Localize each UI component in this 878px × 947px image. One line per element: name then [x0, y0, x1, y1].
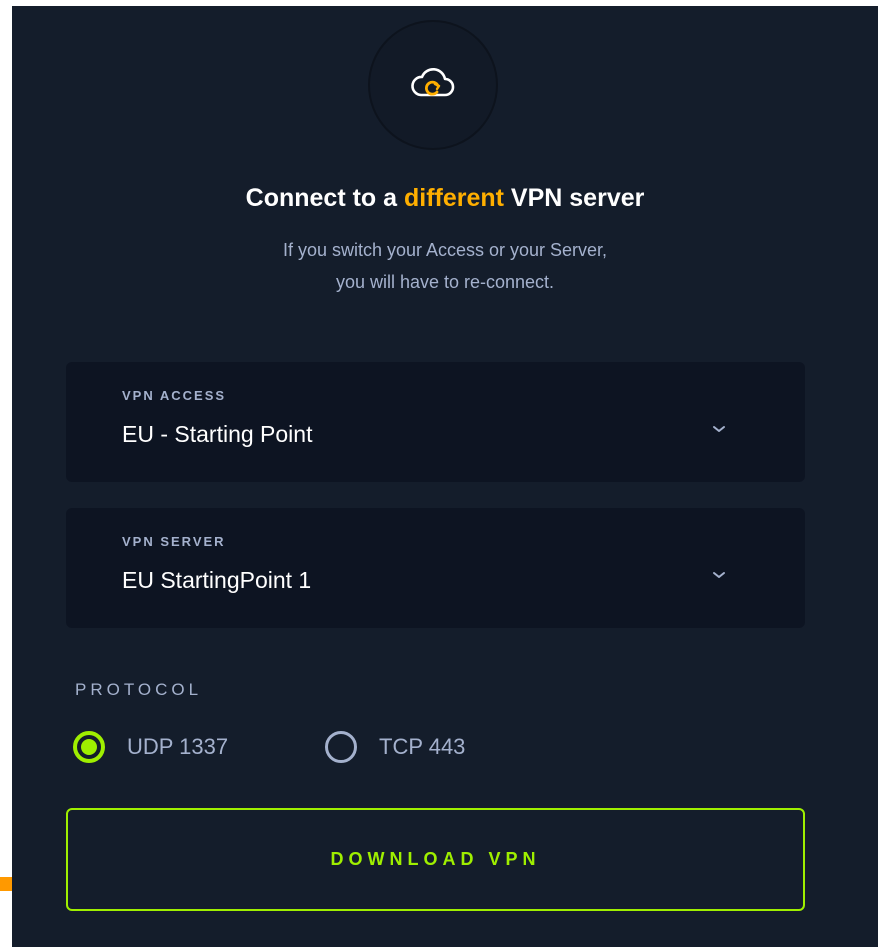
protocol-radio-tcp[interactable]: TCP 443 — [325, 727, 465, 767]
vpn-access-value: EU - Starting Point — [122, 421, 313, 447]
vpn-server-select[interactable]: VPN SERVER EU StartingPoint 1 — [66, 508, 805, 628]
chevron-down-icon — [713, 572, 725, 578]
vpn-access-select[interactable]: VPN ACCESS EU - Starting Point — [66, 362, 805, 482]
protocol-option-label: TCP 443 — [379, 734, 466, 759]
protocol-radio-udp[interactable]: UDP 1337 — [73, 727, 228, 767]
protocol-label: PROTOCOL — [75, 680, 203, 699]
vpn-server-label: VPN SERVER — [122, 534, 226, 549]
radio-selected-icon — [73, 731, 105, 763]
title-highlight: different — [403, 184, 504, 212]
chevron-down-icon — [713, 426, 725, 432]
vpn-connection-panel: Connect to a different VPN server If you… — [12, 6, 878, 947]
cloud-refresh-icon — [368, 20, 498, 150]
download-vpn-button[interactable]: DOWNLOAD VPN — [66, 808, 805, 911]
radio-unselected-icon — [325, 731, 357, 763]
orange-edge-marker — [0, 877, 12, 891]
page-title: Connect to a different VPN server — [245, 184, 645, 212]
protocol-option-label: UDP 1337 — [127, 734, 229, 759]
subtitle-line-2: you will have to re-connect. — [335, 272, 555, 292]
vpn-server-value: EU StartingPoint 1 — [122, 567, 312, 593]
subtitle-line-1: If you switch your Access or your Server… — [282, 240, 608, 260]
page-subtitle: If you switch your Access or your Server… — [12, 234, 878, 298]
vpn-access-label: VPN ACCESS — [122, 388, 227, 403]
